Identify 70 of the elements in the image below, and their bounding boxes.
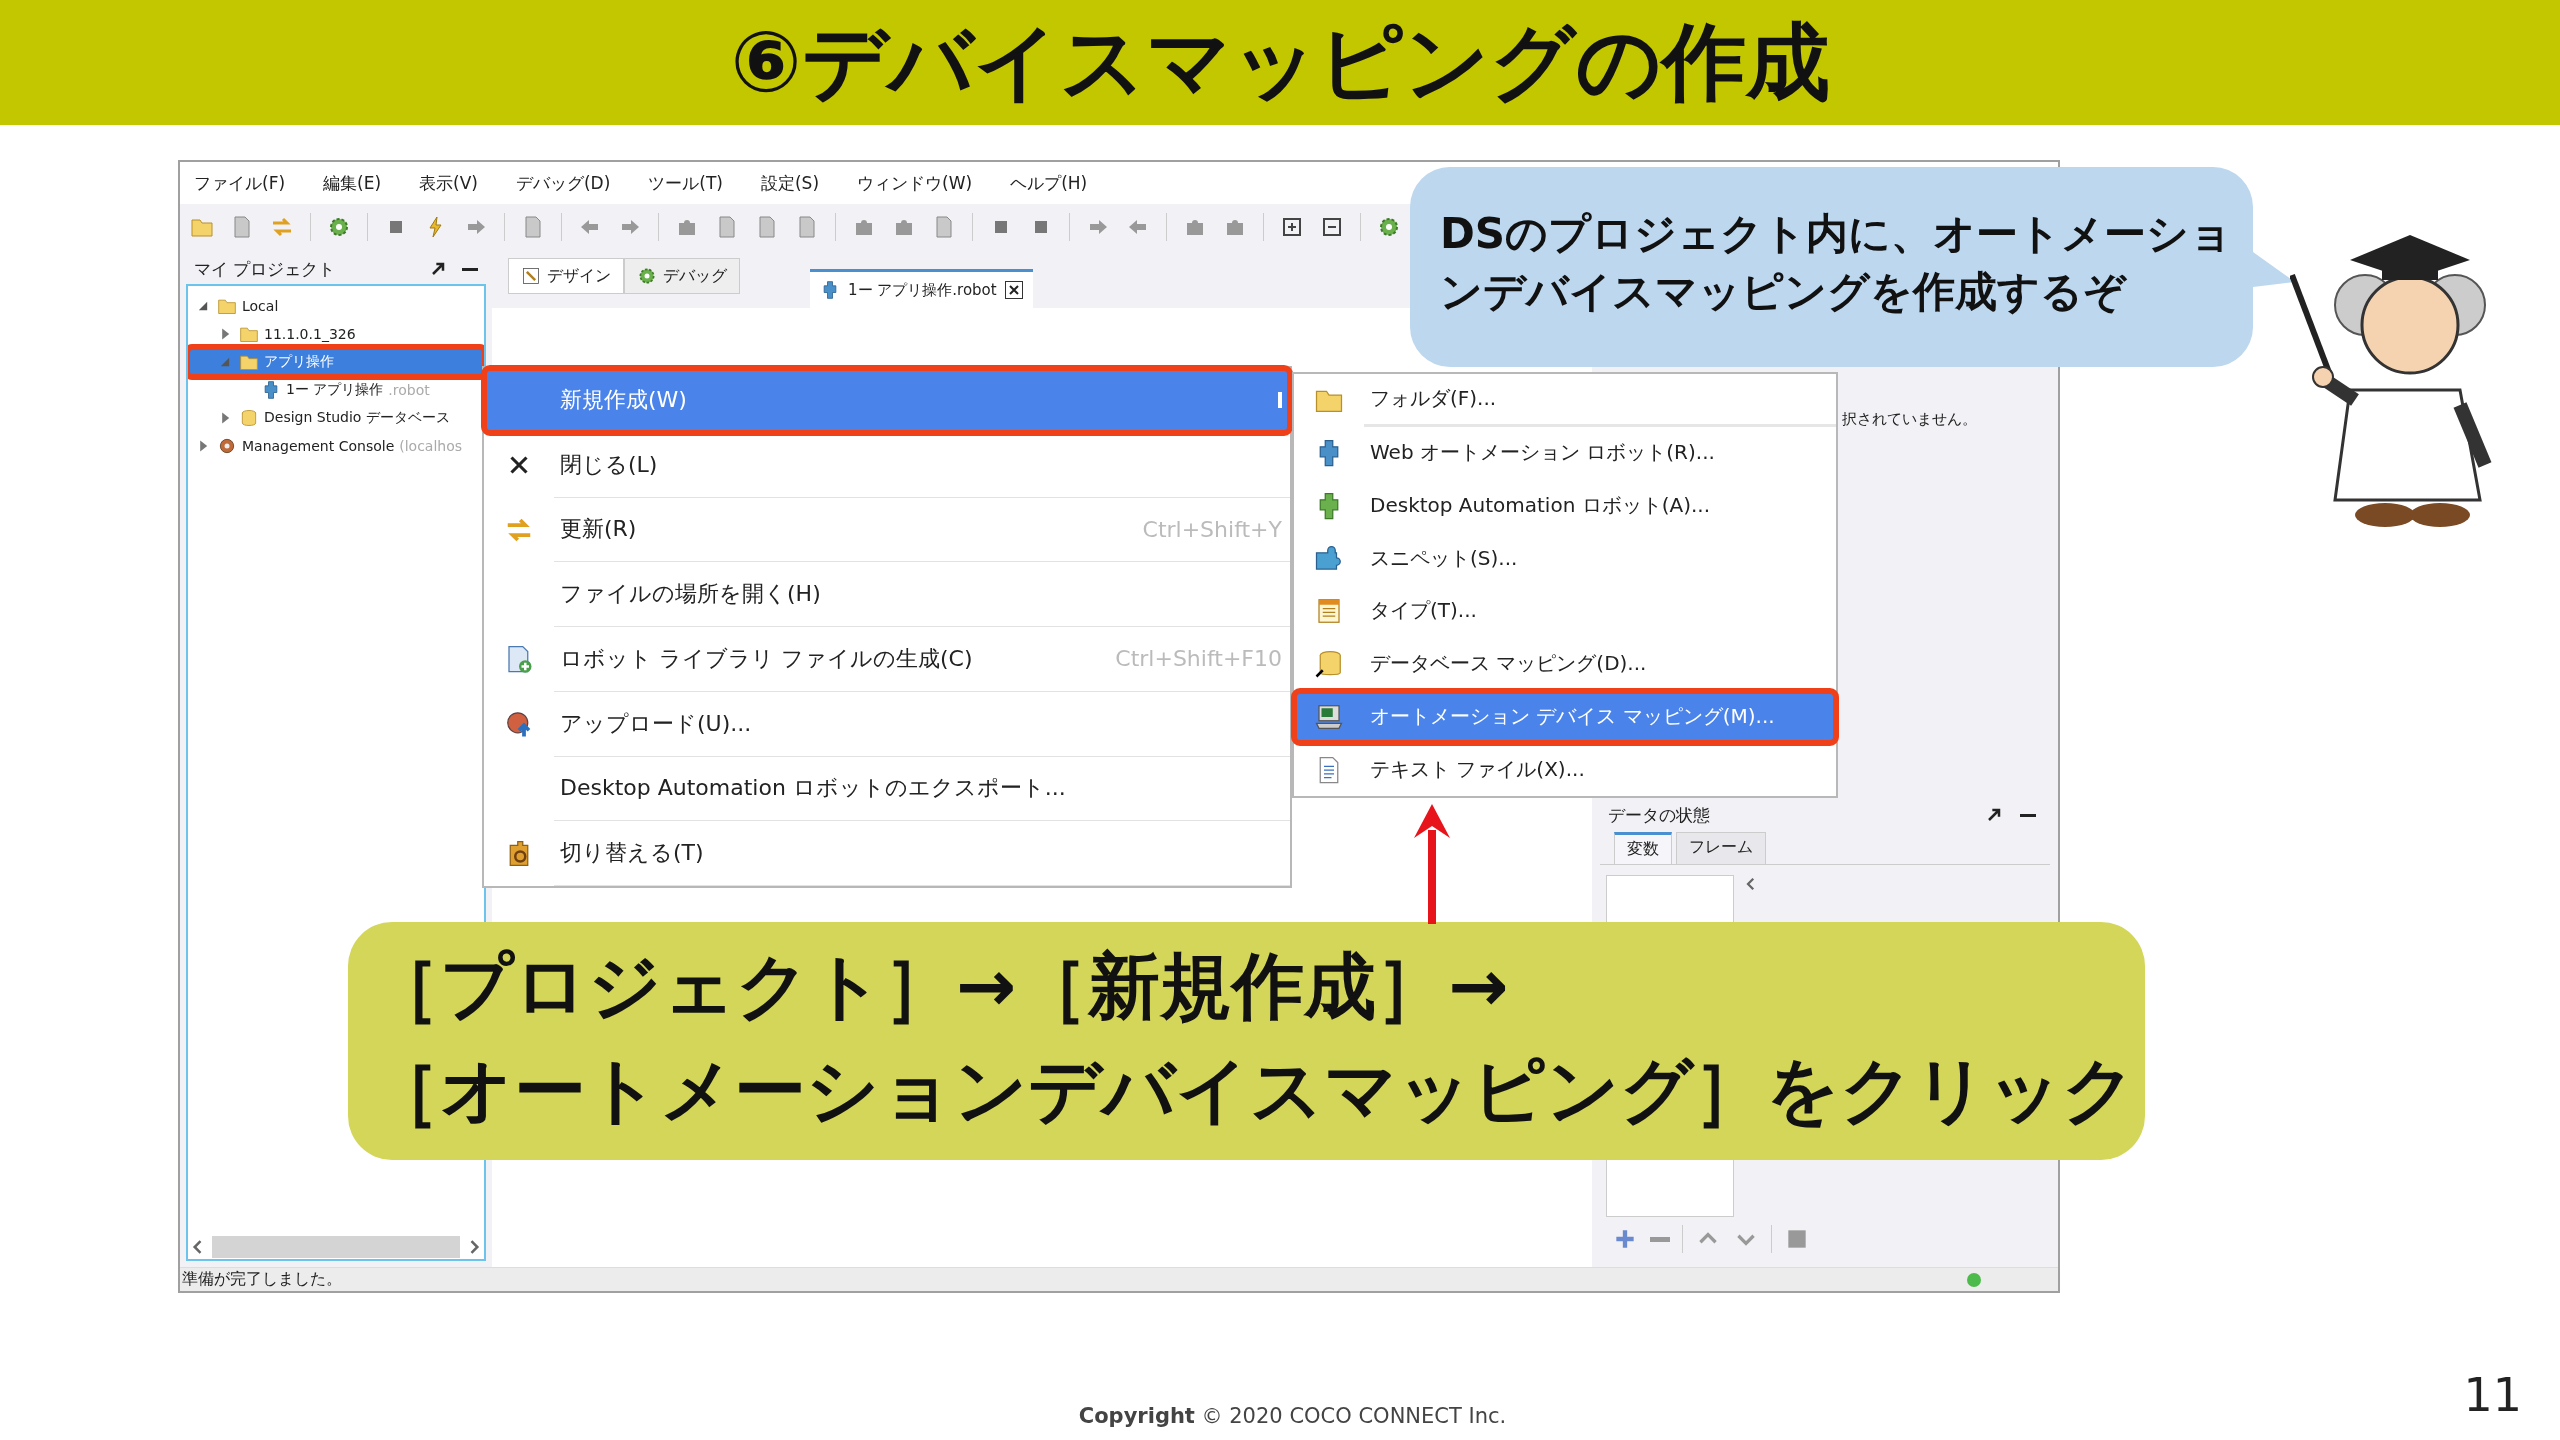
menu-item[interactable]: Desktop Automation ロボット(A)... [1294, 479, 1836, 533]
item-label: アプリ操作 [264, 353, 334, 371]
instruction-text: ［オートメーションデバイスマッピング］をクリック [368, 1047, 2137, 1134]
plus-box-icon [1280, 215, 1304, 239]
menu-bar-item[interactable]: 編集(E) [323, 171, 382, 195]
swap-arrows-icon [270, 215, 294, 239]
status-message: 択されていません。 [1842, 410, 1977, 428]
gear-icon [327, 215, 351, 239]
menu-item[interactable]: スニペット(S)... [1294, 532, 1836, 585]
item-suffix: (localhos [399, 438, 463, 454]
tree-item[interactable]: Local [188, 292, 484, 320]
minimize-icon[interactable] [462, 267, 478, 271]
minus-icon[interactable] [1650, 1236, 1670, 1242]
bubble-text: ンデバイスマッピングを作成するぞ [1440, 266, 2128, 318]
panel-title: マイ プロジェクト [194, 257, 337, 281]
item-label: 11.1.0.1_326 [264, 326, 356, 342]
tree-item[interactable]: 11.1.0.1_326 [188, 320, 484, 348]
bubble-text: DSのプロジェクト内に、オートメーショ [1440, 208, 2233, 260]
menu-item[interactable]: タイプ(T)... [1294, 585, 1836, 638]
menu-item[interactable]: ロボット ライブラリ ファイルの生成(C) Ctrl+Shift+F10 [484, 627, 1290, 692]
instruction-text: ［プロジェクト］→［新規作成］→ [368, 943, 1510, 1030]
minus-box-icon [1320, 215, 1344, 239]
perspective-tab[interactable]: デザイン [508, 258, 624, 294]
menu-item[interactable]: 切り替える(T) [484, 821, 1290, 886]
menu-item[interactable]: オートメーション デバイス マッピング(M)... [1294, 690, 1836, 744]
page-number: 11 [2463, 1368, 2522, 1422]
minimize-icon[interactable] [2020, 813, 2036, 817]
close-icon[interactable] [1004, 281, 1023, 299]
item-label: 1ー アプリ操作 [286, 381, 384, 399]
menu-item[interactable]: データベース マッピング(D)... [1294, 637, 1836, 691]
editor-tab[interactable]: 1ー アプリ操作.robot [810, 269, 1033, 308]
database-icon [1314, 649, 1344, 680]
menu-bar-item[interactable]: ファイル(F) [194, 171, 286, 195]
globe-icon [217, 436, 237, 456]
item-label: Local [242, 298, 279, 314]
pencil-page-icon [521, 266, 541, 286]
collapse-arrow-icon[interactable] [196, 299, 210, 313]
item-label: Management Console [242, 438, 395, 454]
item-label: Design Studio データベース [264, 409, 450, 427]
menu-item[interactable]: Web オートメーション ロボット(R)... [1294, 426, 1836, 480]
gear-icon [1377, 215, 1401, 239]
menu-item[interactable]: アップロード(U)... [484, 691, 1290, 757]
status-text: 準備が完了しました。 [182, 1269, 342, 1290]
menu-item[interactable]: テキスト ファイル(X)... [1294, 743, 1836, 796]
menu-item[interactable]: 更新(R) Ctrl+Shift+Y [484, 497, 1290, 563]
menu-item[interactable]: 閉じる(L) [484, 432, 1290, 498]
database-icon [239, 408, 259, 428]
menu-item[interactable]: Desktop Automation ロボットのエクスポート... [484, 756, 1290, 822]
tree-item[interactable]: Design Studio データベース [188, 404, 484, 432]
tree-item[interactable]: 1ー アプリ操作 .robot [188, 376, 484, 404]
menu-bar-item[interactable]: デバッグ(D) [515, 171, 611, 195]
tree-item[interactable]: Management Console (localhos [188, 432, 484, 460]
panel-title: データの状態 [1608, 803, 1711, 827]
perspective-tab[interactable]: デバッグ [624, 258, 740, 294]
menu-item[interactable]: フォルダ(F)... [1294, 374, 1836, 427]
menu-bar-item[interactable]: ヘルプ(H) [1010, 171, 1088, 195]
menu-bar-item[interactable]: ウィンドウ(W) [857, 171, 973, 195]
menu-bar-item[interactable]: 設定(S) [761, 171, 820, 195]
scrollbar-thumb[interactable] [212, 1236, 460, 1258]
menu-item[interactable]: ファイルの場所を開く(H) [484, 562, 1290, 627]
copyright-text: Copyright © 2020 COCO CONNECT Inc. [1078, 1404, 1507, 1428]
menu-item[interactable]: 新規作成(W) [484, 368, 1290, 433]
menu-bar-item[interactable]: ツール(T) [648, 171, 723, 195]
panel-tab[interactable]: フレーム [1676, 832, 1766, 864]
panel-tab[interactable]: 変数 [1614, 832, 1672, 864]
menu-bar-item[interactable]: 表示(V) [419, 171, 478, 195]
status-dot-icon [1967, 1272, 1981, 1287]
item-suffix: .robot [388, 382, 430, 398]
slide-title: ⑥デバイスマッピングの作成 [730, 11, 1830, 113]
gear-icon [637, 266, 657, 286]
